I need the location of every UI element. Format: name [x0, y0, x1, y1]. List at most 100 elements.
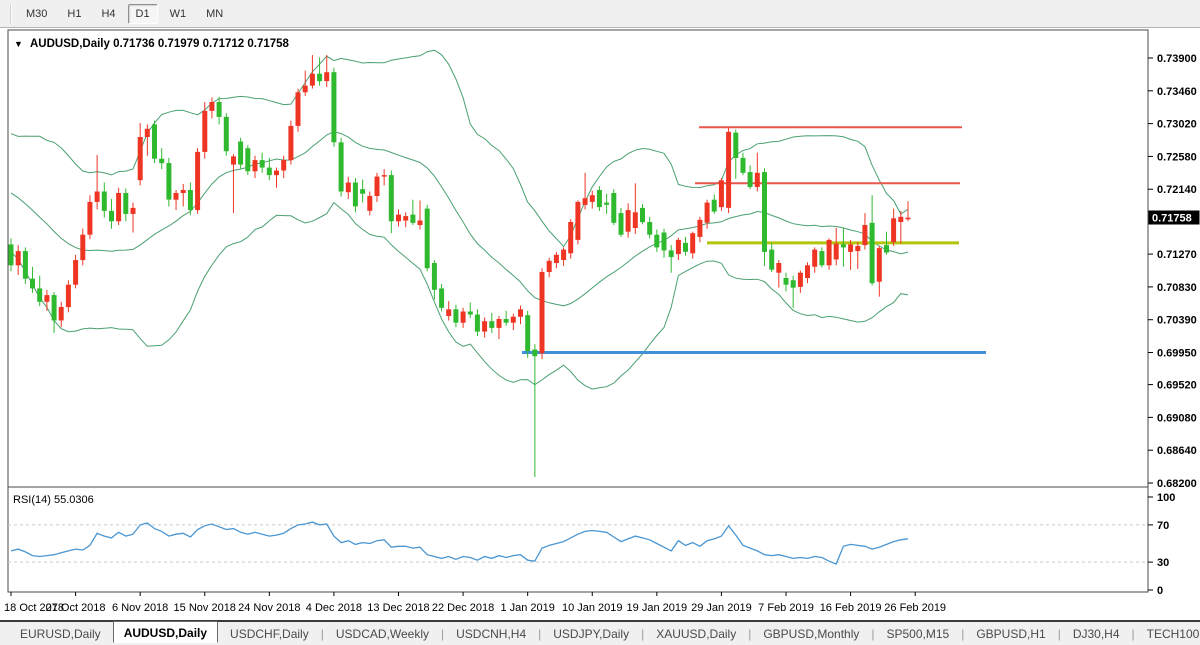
- tab-usdchf[interactable]: USDCHF,Daily: [220, 625, 319, 643]
- tab-gbpusd[interactable]: GBPUSD,H1: [966, 625, 1055, 643]
- candle-body: [23, 251, 28, 279]
- tab-audusd[interactable]: AUDUSD,Daily: [113, 621, 218, 643]
- candle-body: [296, 92, 301, 126]
- date-tick-label: 19 Jan 2019: [627, 602, 688, 614]
- date-tick-label: 7 Feb 2019: [758, 602, 814, 614]
- rsi-pane[interactable]: [8, 487, 1148, 592]
- candle-body: [267, 168, 272, 176]
- candle-body: [784, 278, 789, 285]
- tab-usdcad[interactable]: USDCAD,Weekly: [326, 625, 439, 643]
- symbol-tabbar: EURUSD,DailyAUDUSD,DailyUSDCHF,Daily | USD…: [0, 620, 1200, 645]
- date-tick-label: 16 Feb 2019: [820, 602, 882, 614]
- tab-sp500[interactable]: SP500,M15: [877, 625, 960, 643]
- candle-body: [834, 244, 839, 260]
- price-tick-label: 0.68200: [1157, 478, 1197, 490]
- candle-body: [798, 273, 803, 287]
- date-tick-label: 1 Jan 2019: [500, 602, 554, 614]
- timeframe-button-mn[interactable]: MN: [198, 4, 231, 24]
- candle-body: [439, 288, 444, 307]
- date-axis[interactable]: 18 Oct 201827 Oct 20186 Nov 201815 Nov 2…: [4, 592, 946, 614]
- price-chart[interactable]: 0.739000.734600.730200.725800.721400.712…: [0, 28, 1200, 620]
- price-tick-label: 0.73020: [1157, 119, 1197, 131]
- candle-body: [310, 74, 315, 86]
- date-tick-label: 26 Feb 2019: [884, 602, 946, 614]
- candle-body: [532, 350, 537, 357]
- candle-body: [511, 317, 516, 323]
- main-pane[interactable]: [8, 30, 1148, 487]
- candle-body: [855, 246, 860, 251]
- candle-body: [367, 196, 372, 211]
- candle-body: [231, 156, 236, 164]
- timeframe-button-w1[interactable]: W1: [162, 4, 195, 24]
- candle-body: [195, 152, 200, 210]
- candle-body: [568, 222, 573, 253]
- date-tick-label: 10 Jan 2019: [562, 602, 623, 614]
- tab-xauusd[interactable]: XAUUSD,Daily: [646, 625, 746, 643]
- candle-body: [848, 244, 853, 252]
- timeframe-button-m30[interactable]: M30: [18, 4, 55, 24]
- candle-body: [159, 159, 164, 164]
- candle-body: [281, 160, 286, 170]
- candle-body: [95, 192, 100, 202]
- date-tick-label: 29 Jan 2019: [691, 602, 752, 614]
- candle-body: [741, 158, 746, 173]
- candle-body: [776, 263, 781, 273]
- tab-usdjpy[interactable]: USDJPY,Daily: [543, 625, 639, 643]
- candle-body: [375, 177, 380, 196]
- timeframe-toolbar: M30H1H4D1W1MN: [0, 0, 1200, 28]
- tab-gbpusd[interactable]: GBPUSD,Monthly: [753, 625, 869, 643]
- candle-body: [654, 235, 659, 248]
- tab-tech100[interactable]: TECH100,H: [1137, 625, 1200, 643]
- price-axis[interactable]: 0.739000.734600.730200.725800.721400.712…: [1148, 53, 1197, 490]
- candle-body: [166, 163, 171, 200]
- tab-divider: |: [1132, 627, 1135, 641]
- price-tick-label: 0.69080: [1157, 412, 1197, 424]
- symbol-dropdown-icon[interactable]: ▼: [14, 39, 23, 49]
- candle-body: [174, 193, 179, 200]
- candle-body: [245, 148, 250, 171]
- candle-body: [647, 222, 652, 235]
- candle-body: [884, 245, 889, 253]
- candle-body: [260, 160, 265, 168]
- candle-body: [425, 209, 430, 269]
- candle-body: [662, 233, 667, 251]
- candle-body: [131, 208, 136, 214]
- candle-body: [461, 312, 466, 323]
- timeframe-button-h1[interactable]: H1: [59, 4, 89, 24]
- candle-body: [432, 263, 437, 290]
- rsi-tick-label: 70: [1157, 520, 1169, 532]
- tab-eurusd[interactable]: EURUSD,Daily: [10, 625, 111, 643]
- date-tick-label: 15 Nov 2018: [174, 602, 236, 614]
- candle-body: [597, 190, 602, 207]
- tab-divider: |: [871, 627, 874, 641]
- candle-body: [403, 216, 408, 221]
- rsi-tick-label: 0: [1157, 585, 1163, 597]
- price-tick-label: 0.68640: [1157, 445, 1197, 457]
- rsi-axis[interactable]: 10070300: [1148, 492, 1175, 597]
- candle-body: [181, 190, 186, 193]
- rsi-label: RSI(14) 55.0306: [13, 494, 94, 506]
- candle-body: [497, 319, 502, 328]
- date-tick-label: 27 Oct 2018: [46, 602, 106, 614]
- candle-body: [123, 193, 128, 214]
- timeframe-button-d1[interactable]: D1: [128, 4, 158, 24]
- candle-body: [769, 250, 774, 270]
- candle-body: [224, 117, 229, 151]
- candle-body: [762, 172, 767, 252]
- tab-divider: |: [748, 627, 751, 641]
- rsi-tick-label: 100: [1157, 492, 1175, 504]
- candle-body: [633, 212, 638, 228]
- candle-body: [719, 180, 724, 207]
- tab-divider: |: [1058, 627, 1061, 641]
- candle-body: [102, 192, 107, 211]
- candle-body: [446, 309, 451, 316]
- tab-dj30[interactable]: DJ30,H4: [1063, 625, 1130, 643]
- candle-body: [726, 132, 731, 208]
- candle-body: [339, 142, 344, 191]
- candle-body: [396, 215, 401, 222]
- candle-body: [346, 183, 351, 193]
- tab-usdcnh[interactable]: USDCNH,H4: [446, 625, 536, 643]
- timeframe-button-h4[interactable]: H4: [93, 4, 123, 24]
- date-tick-label: 4 Dec 2018: [306, 602, 362, 614]
- candle-body: [274, 171, 279, 176]
